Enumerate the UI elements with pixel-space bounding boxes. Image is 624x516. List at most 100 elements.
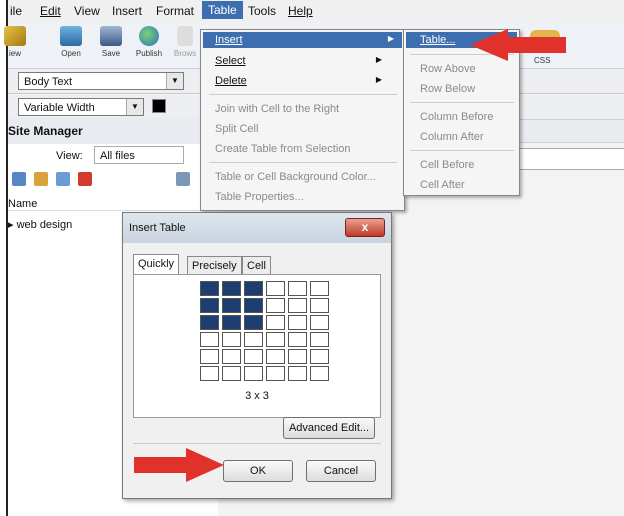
menu-separator xyxy=(209,94,397,95)
grid-cell[interactable] xyxy=(266,349,285,364)
grid-cell[interactable] xyxy=(310,332,329,347)
submenu-item-row-below[interactable]: Row Below xyxy=(420,83,475,95)
browse-button[interactable]: Brows xyxy=(166,26,204,59)
magnifier-icon xyxy=(177,26,193,46)
quickly-panel: 3 x 3 xyxy=(133,274,381,418)
table-menu: Insert ▶ Select ▶ Delete ▶ Join with Cel… xyxy=(200,29,405,211)
menu-item-delete[interactable]: Delete ▶ xyxy=(215,75,390,87)
menu-item-background-color[interactable]: Table or Cell Background Color... xyxy=(215,171,376,183)
menu-item-split-cell[interactable]: Split Cell xyxy=(215,123,258,135)
tab-quickly[interactable]: Quickly xyxy=(133,254,180,276)
grid-cell[interactable] xyxy=(288,281,307,296)
grid-cell[interactable] xyxy=(244,349,263,364)
menu-item-select-label: Select xyxy=(215,55,246,67)
folder-icon[interactable] xyxy=(34,172,48,186)
grid-cell[interactable] xyxy=(222,332,241,347)
tab-precisely[interactable]: Precisely xyxy=(187,256,242,276)
font-value: Variable Width xyxy=(24,102,95,114)
grid-cell[interactable] xyxy=(200,298,219,313)
submenu-item-column-before[interactable]: Column Before xyxy=(420,111,493,123)
grid-cell[interactable] xyxy=(244,366,263,381)
grid-cell[interactable] xyxy=(310,366,329,381)
submenu-item-cell-before[interactable]: Cell Before xyxy=(420,159,474,171)
submenu-item-column-after[interactable]: Column After xyxy=(420,131,484,143)
new-button[interactable]: iew xyxy=(0,26,34,59)
grid-cell[interactable] xyxy=(200,366,219,381)
grid-cell[interactable] xyxy=(200,332,219,347)
grid-cell[interactable] xyxy=(244,332,263,347)
grid-cell[interactable] xyxy=(266,366,285,381)
menu-view[interactable]: View xyxy=(74,4,100,18)
menu-item-insert[interactable]: Insert ▶ xyxy=(203,32,402,48)
advanced-edit-button[interactable]: Advanced Edit... xyxy=(283,417,375,439)
menu-help[interactable]: Help xyxy=(288,4,313,18)
submenu-item-table-label: Table... xyxy=(420,34,456,46)
menu-table[interactable]: Table xyxy=(202,1,243,19)
publish-button[interactable]: Publish xyxy=(130,26,168,59)
grid-cell[interactable] xyxy=(222,298,241,313)
menu-tools[interactable]: Tools xyxy=(248,4,276,18)
grid-cell[interactable] xyxy=(266,281,285,296)
grid-cell[interactable] xyxy=(222,281,241,296)
paragraph-style-select[interactable]: Body Text ▼ xyxy=(18,72,184,90)
grid-cell[interactable] xyxy=(244,315,263,330)
font-select[interactable]: Variable Width ▼ xyxy=(18,98,144,116)
submenu-item-cell-after[interactable]: Cell After xyxy=(420,179,465,191)
grid-cell[interactable] xyxy=(310,315,329,330)
grid-cell[interactable] xyxy=(310,298,329,313)
grid-cell[interactable] xyxy=(244,298,263,313)
grid-cell[interactable] xyxy=(266,298,285,313)
grid-cell[interactable] xyxy=(200,315,219,330)
grid-cell[interactable] xyxy=(288,332,307,347)
delete-icon[interactable] xyxy=(78,172,92,186)
grid-cell[interactable] xyxy=(222,349,241,364)
menu-edit[interactable]: Edit xyxy=(40,4,61,18)
submenu-item-row-above[interactable]: Row Above xyxy=(420,63,476,75)
menu-file[interactable]: ile xyxy=(10,4,22,18)
grid-cell[interactable] xyxy=(288,298,307,313)
tab-cell[interactable]: Cell xyxy=(242,256,271,276)
text-color-icon[interactable] xyxy=(152,99,166,113)
menu-format[interactable]: Format xyxy=(156,4,194,18)
close-button[interactable]: x xyxy=(345,218,385,237)
view-label: View: xyxy=(56,150,83,162)
open-button[interactable]: Open xyxy=(52,26,90,59)
grid-cell[interactable] xyxy=(288,315,307,330)
cancel-button[interactable]: Cancel xyxy=(306,460,376,482)
new-site-icon[interactable] xyxy=(12,172,26,186)
grid-cell[interactable] xyxy=(244,281,263,296)
expand-arrow-icon[interactable]: ▸ xyxy=(8,219,17,231)
save-button[interactable]: Save xyxy=(92,26,130,59)
folder-open-icon xyxy=(60,26,82,46)
menu-item-create-table[interactable]: Create Table from Selection xyxy=(215,143,351,155)
tree-item[interactable]: ▸ web design xyxy=(8,218,72,231)
refresh-icon[interactable] xyxy=(176,172,190,186)
column-header-name[interactable]: Name xyxy=(8,198,218,211)
grid-cell[interactable] xyxy=(310,281,329,296)
menu-item-select[interactable]: Select ▶ xyxy=(215,55,390,67)
grid-cell[interactable] xyxy=(266,315,285,330)
submenu-arrow-icon: ▶ xyxy=(375,75,382,84)
menu-item-table-properties[interactable]: Table Properties... xyxy=(215,191,304,203)
grid-cell[interactable] xyxy=(222,366,241,381)
dialog-title-bar[interactable]: Insert Table x xyxy=(123,213,391,243)
menu-insert[interactable]: Insert xyxy=(112,4,142,18)
site-manager-title: Site Manager xyxy=(8,124,83,138)
pencil-icon xyxy=(4,26,26,46)
ok-button[interactable]: OK xyxy=(223,460,293,482)
grid-cell[interactable] xyxy=(200,281,219,296)
grid-cell[interactable] xyxy=(222,315,241,330)
publish-label: Publish xyxy=(135,49,163,58)
globe-icon xyxy=(139,26,159,46)
table-size-grid[interactable] xyxy=(200,281,334,384)
menu-item-join-cells[interactable]: Join with Cell to the Right xyxy=(215,103,339,115)
grid-cell[interactable] xyxy=(288,366,307,381)
grid-cell[interactable] xyxy=(200,349,219,364)
grid-cell[interactable] xyxy=(266,332,285,347)
edit-icon[interactable] xyxy=(56,172,70,186)
grid-cell[interactable] xyxy=(310,349,329,364)
view-select[interactable]: All files xyxy=(94,146,184,164)
dialog-title: Insert Table xyxy=(129,222,186,234)
grid-cell[interactable] xyxy=(288,349,307,364)
floppy-disk-icon xyxy=(100,26,122,46)
